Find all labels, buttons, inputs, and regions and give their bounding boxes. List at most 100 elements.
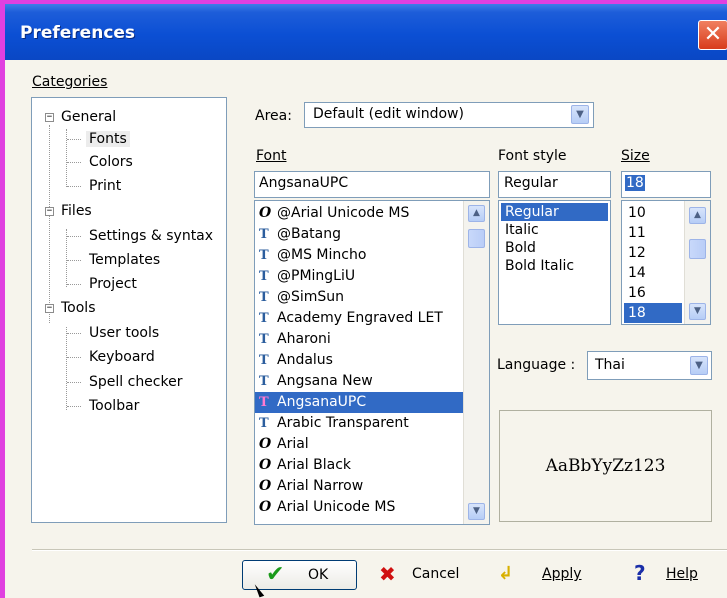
tree-item-toolbar[interactable]: Toolbar: [89, 395, 139, 417]
size-item[interactable]: 16: [624, 283, 682, 303]
help-label: Help: [666, 566, 698, 582]
opentype-icon: O: [259, 478, 272, 494]
scroll-thumb[interactable]: [468, 229, 485, 248]
font-preview: AaBbYyZz123: [499, 410, 712, 522]
font-name: Arabic Transparent: [277, 415, 409, 431]
scroll-thumb[interactable]: [689, 239, 706, 259]
font-style-item[interactable]: Bold: [501, 239, 608, 257]
tree-node-label: General: [61, 109, 117, 125]
size-item[interactable]: 12: [624, 243, 682, 263]
cancel-button[interactable]: ✖ Cancel: [372, 560, 477, 590]
size-input-value: 18: [625, 175, 645, 191]
area-label: Area:: [255, 108, 292, 124]
scroll-down-icon[interactable]: ▼: [468, 503, 485, 520]
language-value: Thai: [595, 357, 625, 373]
size-label: Size: [621, 148, 650, 164]
font-input-value: AngsanaUPC: [259, 175, 349, 191]
tree-item-settings-syntax[interactable]: Settings & syntax: [89, 225, 213, 247]
collapse-icon[interactable]: −: [45, 304, 54, 313]
tree-item-fonts[interactable]: Fonts: [86, 128, 130, 150]
font-style-item[interactable]: Bold Italic: [501, 257, 608, 275]
truetype-icon: T: [259, 416, 269, 431]
categories-label: Categories: [32, 74, 107, 90]
tree-item-label: Templates: [89, 252, 161, 268]
size-input[interactable]: 18: [621, 171, 711, 198]
help-button[interactable]: ? Help: [620, 560, 710, 590]
size-scrollbar[interactable]: ▲ ▼: [684, 201, 710, 324]
close-button[interactable]: ✕: [698, 20, 727, 50]
scroll-up-icon[interactable]: ▲: [689, 207, 706, 224]
size-item[interactable]: 18: [624, 303, 682, 323]
tree-item-colors[interactable]: Colors: [89, 151, 133, 173]
scroll-up-icon[interactable]: ▲: [468, 205, 485, 222]
chevron-down-icon[interactable]: ▼: [571, 105, 589, 124]
truetype-icon: T: [259, 227, 269, 242]
area-value: Default (edit window): [313, 106, 464, 122]
size-list[interactable]: 10 11 12 14 16 18 ▲ ▼: [621, 200, 711, 325]
tree-item-templates[interactable]: Templates: [89, 249, 160, 271]
font-list-item[interactable]: T Andalus: [255, 350, 463, 371]
truetype-icon: T: [259, 311, 269, 326]
tree-item-label: User tools: [89, 325, 160, 341]
font-style-list[interactable]: Regular Italic Bold Bold Italic: [498, 200, 611, 325]
language-select[interactable]: Thai ▼: [587, 351, 712, 380]
font-list-item[interactable]: O Arial Narrow: [255, 476, 463, 497]
font-list-item[interactable]: T @PMingLiU: [255, 266, 463, 287]
tree-line: [66, 327, 67, 410]
collapse-icon[interactable]: −: [45, 113, 54, 122]
truetype-icon: T: [259, 248, 269, 263]
font-list-item[interactable]: O Arial Unicode MS: [255, 497, 463, 518]
tree-item-project[interactable]: Project: [89, 273, 137, 295]
area-select[interactable]: Default (edit window) ▼: [304, 102, 594, 128]
apply-label: Apply: [542, 566, 582, 582]
font-input[interactable]: AngsanaUPC: [254, 171, 490, 198]
tree-item-keyboard[interactable]: Keyboard: [89, 346, 155, 368]
checkmark-icon: ✔: [266, 562, 285, 587]
tree-line: [67, 382, 81, 383]
font-list-item[interactable]: T Aharoni: [255, 329, 463, 350]
tree-item-label: Project: [89, 276, 137, 292]
font-list-item[interactable]: T Angsana New: [255, 371, 463, 392]
font-scrollbar[interactable]: ▲ ▼: [463, 201, 489, 524]
font-name: @Batang: [277, 226, 342, 242]
collapse-icon[interactable]: −: [45, 207, 54, 216]
font-list-item[interactable]: O Arial Black: [255, 455, 463, 476]
x-icon: ✖: [379, 562, 396, 586]
font-list-item[interactable]: T Arabic Transparent: [255, 413, 463, 434]
size-label-text: Size: [621, 148, 650, 164]
font-list-item[interactable]: T AngsanaUPC: [255, 392, 463, 413]
chevron-down-icon[interactable]: ▼: [690, 356, 708, 375]
tree-item-spell-checker[interactable]: Spell checker: [89, 371, 182, 393]
font-list-item[interactable]: T Academy Engraved LET: [255, 308, 463, 329]
font-label: Font: [256, 148, 286, 164]
tree-item-user-tools[interactable]: User tools: [89, 322, 159, 344]
truetype-icon: T: [259, 395, 269, 410]
font-list-item[interactable]: O @Arial Unicode MS: [255, 203, 463, 224]
font-style-item[interactable]: Italic: [501, 221, 608, 239]
font-list[interactable]: O @Arial Unicode MS T @Batang T @MS Mincho T @P…: [254, 200, 490, 525]
font-style-input[interactable]: Regular: [498, 171, 611, 198]
window-frame-left: [0, 0, 5, 598]
font-style-item[interactable]: Regular: [501, 203, 608, 221]
tree-item-label: Fonts: [86, 131, 130, 147]
font-list-item[interactable]: T @MS Mincho: [255, 245, 463, 266]
categories-tree[interactable]: − General Fonts Colors Print − Files Set…: [31, 97, 227, 523]
font-list-item[interactable]: T @Batang: [255, 224, 463, 245]
scroll-down-icon[interactable]: ▼: [689, 303, 706, 320]
cancel-label: Cancel: [412, 566, 460, 582]
tree-line: [66, 229, 67, 287]
size-item[interactable]: 14: [624, 263, 682, 283]
opentype-icon: O: [259, 205, 272, 221]
language-label: Language :: [497, 357, 576, 373]
apply-button[interactable]: ↲ Apply: [490, 560, 590, 590]
tree-item-print[interactable]: Print: [89, 175, 121, 197]
font-list-item[interactable]: T @SimSun: [255, 287, 463, 308]
divider: [32, 549, 727, 551]
size-item[interactable]: 10: [624, 203, 682, 223]
tree-line: [67, 333, 81, 334]
tree-line: [67, 162, 81, 163]
font-list-item[interactable]: O Arial: [255, 434, 463, 455]
font-name: Andalus: [277, 352, 333, 368]
size-item[interactable]: 11: [624, 223, 682, 243]
font-name: AngsanaUPC: [277, 394, 367, 410]
